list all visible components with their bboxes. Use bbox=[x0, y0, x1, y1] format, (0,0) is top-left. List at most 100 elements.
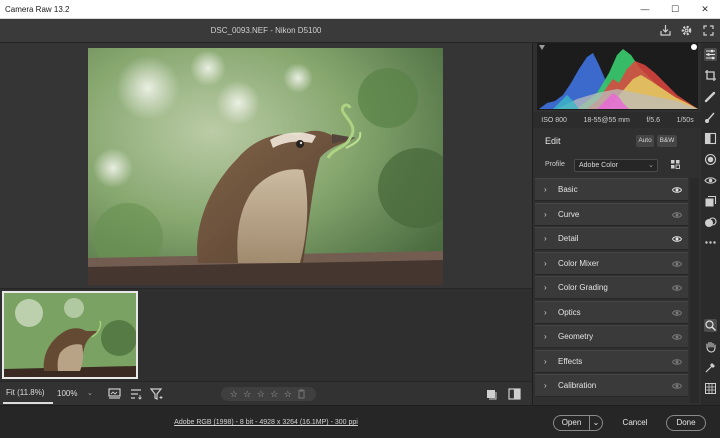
open-button[interactable]: Open ⌄ bbox=[553, 415, 603, 431]
healing-icon[interactable] bbox=[704, 90, 717, 103]
more-icon[interactable] bbox=[704, 236, 717, 249]
trash-icon[interactable] bbox=[297, 389, 307, 399]
histogram bbox=[537, 43, 698, 110]
grid-overlay-icon[interactable] bbox=[704, 382, 717, 395]
edit-header: Edit Auto B&W bbox=[533, 131, 702, 151]
filmstrip-thumbnail[interactable] bbox=[2, 291, 138, 379]
profile-select[interactable]: Adobe Color ⌄ bbox=[574, 159, 658, 172]
hand-icon[interactable] bbox=[704, 340, 717, 353]
section-basic[interactable]: › Basic bbox=[535, 178, 688, 201]
toggle-filmstrip-icon[interactable] bbox=[485, 388, 498, 400]
chevron-right-icon: › bbox=[544, 258, 547, 268]
graduated-filter-icon[interactable] bbox=[704, 132, 717, 145]
tool-strip bbox=[701, 43, 720, 405]
profile-select-value: Adobe Color bbox=[579, 162, 618, 169]
camera-info: ISO 800 18-55@55 mm f/5.6 1/50s bbox=[533, 112, 702, 128]
star-icon[interactable]: ☆ bbox=[270, 389, 278, 400]
gear-icon[interactable] bbox=[680, 24, 693, 37]
section-label: Optics bbox=[558, 307, 581, 317]
document-header: DSC_0093.NEF - Nikon D5100 bbox=[0, 19, 720, 43]
star-icon[interactable]: ☆ bbox=[257, 389, 265, 400]
auto-button[interactable]: Auto bbox=[636, 135, 654, 147]
iso-value: ISO 800 bbox=[541, 116, 567, 124]
section-color-grading[interactable]: › Color Grading bbox=[535, 276, 688, 299]
color-sampler-icon[interactable] bbox=[704, 361, 717, 374]
eye-icon[interactable] bbox=[672, 186, 682, 194]
zoom-icon[interactable] bbox=[704, 319, 717, 332]
lens-value: 18-55@55 mm bbox=[583, 116, 630, 124]
open-button-label: Open bbox=[561, 418, 582, 427]
file-name: DSC_0093.NEF - Nikon D5100 bbox=[210, 26, 322, 35]
maximize-icon[interactable]: ☐ bbox=[660, 0, 690, 19]
section-label: Geometry bbox=[558, 332, 594, 341]
chevron-down-icon[interactable]: ⌄ bbox=[589, 416, 602, 430]
aperture-value: f/5.6 bbox=[646, 116, 661, 124]
crop-icon[interactable] bbox=[704, 69, 717, 82]
star-icon[interactable]: ☆ bbox=[230, 389, 238, 400]
chevron-right-icon: › bbox=[544, 307, 547, 317]
presets-icon[interactable] bbox=[704, 216, 717, 229]
star-icon[interactable]: ☆ bbox=[284, 389, 292, 400]
fullscreen-icon[interactable] bbox=[702, 24, 715, 37]
eye-icon[interactable] bbox=[672, 358, 682, 366]
minimize-icon[interactable]: — bbox=[630, 0, 660, 19]
before-after-icon[interactable] bbox=[508, 388, 521, 400]
chevron-down-icon: ⌄ bbox=[648, 162, 654, 169]
sort-icon[interactable] bbox=[130, 388, 143, 400]
star-icon[interactable]: ☆ bbox=[243, 389, 251, 400]
eye-icon[interactable] bbox=[672, 333, 682, 341]
section-detail[interactable]: › Detail bbox=[535, 227, 688, 250]
chevron-right-icon: › bbox=[544, 234, 547, 243]
zoom-fit-button[interactable]: Fit (11.8%) bbox=[3, 382, 53, 404]
eye-icon[interactable] bbox=[672, 260, 682, 268]
chevron-right-icon: › bbox=[544, 381, 547, 390]
image-canvas[interactable] bbox=[0, 43, 532, 288]
chevron-right-icon: › bbox=[544, 283, 547, 292]
section-effects[interactable]: › Effects bbox=[535, 349, 688, 373]
profile-row: Profile Adobe Color ⌄ bbox=[533, 156, 702, 174]
eye-icon[interactable] bbox=[672, 284, 682, 292]
section-label: Effects bbox=[558, 356, 583, 366]
section-label: Curve bbox=[558, 209, 580, 219]
workflow-options-link[interactable]: Adobe RGB (1998) - 8 bit - 4928 x 3264 (… bbox=[0, 406, 532, 438]
brush-icon[interactable] bbox=[704, 111, 717, 124]
eye-icon[interactable] bbox=[672, 211, 682, 219]
close-icon[interactable]: ✕ bbox=[690, 0, 720, 19]
done-button[interactable]: Done bbox=[666, 415, 706, 431]
panel-scrollbar[interactable] bbox=[690, 178, 699, 403]
edit-sliders-icon[interactable] bbox=[704, 48, 717, 61]
window-title: Camera Raw 13.2 bbox=[5, 5, 70, 14]
filmstrip-view-icon[interactable] bbox=[108, 388, 121, 400]
eye-icon[interactable] bbox=[672, 235, 682, 243]
red-eye-icon[interactable] bbox=[704, 174, 717, 187]
chevron-right-icon: › bbox=[544, 356, 547, 366]
chevron-down-icon: ⌄ bbox=[87, 390, 93, 397]
edit-title: Edit bbox=[545, 136, 561, 146]
eye-icon[interactable] bbox=[672, 382, 682, 390]
chevron-right-icon: › bbox=[544, 209, 547, 219]
profile-label: Profile bbox=[545, 161, 565, 168]
bw-button[interactable]: B&W bbox=[657, 135, 677, 147]
save-icon[interactable] bbox=[659, 24, 672, 37]
chevron-right-icon: › bbox=[544, 332, 547, 341]
filmstrip bbox=[0, 288, 532, 381]
section-curve[interactable]: › Curve bbox=[535, 202, 688, 226]
eye-icon[interactable] bbox=[672, 309, 682, 317]
cancel-button[interactable]: Cancel bbox=[618, 415, 652, 431]
star-rating[interactable]: ☆ ☆ ☆ ☆ ☆ bbox=[221, 387, 316, 401]
bottom-toolbar: Fit (11.8%) 100% ⌄ ☆ ☆ ☆ ☆ ☆ bbox=[0, 381, 532, 405]
section-label: Basic bbox=[558, 185, 578, 194]
section-color-mixer[interactable]: › Color Mixer bbox=[535, 251, 688, 275]
filter-icon[interactable] bbox=[150, 388, 163, 400]
snapshots-icon[interactable] bbox=[704, 195, 717, 208]
chevron-right-icon: › bbox=[544, 185, 547, 194]
section-optics[interactable]: › Optics bbox=[535, 300, 688, 324]
zoom-level-select[interactable]: 100% ⌄ bbox=[57, 382, 97, 406]
profile-browser-icon[interactable] bbox=[670, 159, 681, 170]
footer-bar: Adobe RGB (1998) - 8 bit - 4928 x 3264 (… bbox=[0, 405, 720, 438]
section-geometry[interactable]: › Geometry bbox=[535, 325, 688, 348]
edit-panel: ISO 800 18-55@55 mm f/5.6 1/50s Edit Aut… bbox=[532, 43, 702, 405]
section-label: Color Mixer bbox=[558, 258, 599, 268]
section-calibration[interactable]: › Calibration bbox=[535, 374, 688, 397]
radial-filter-icon[interactable] bbox=[704, 153, 717, 166]
